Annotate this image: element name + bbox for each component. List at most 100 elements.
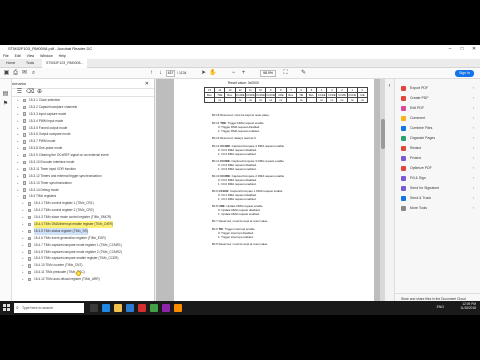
- expand-toggle-icon[interactable]: +: [17, 173, 20, 180]
- expand-toggle-icon[interactable]: −: [17, 193, 20, 200]
- expand-toggle-icon[interactable]: +: [22, 235, 25, 242]
- expand-toggle-icon[interactable]: +: [22, 214, 25, 221]
- tool-item[interactable]: Send for Signature ›: [395, 183, 480, 193]
- bookmark-item[interactable]: +15.3.12 Timers and external trigger syn…: [0, 173, 154, 180]
- store-icon[interactable]: [126, 304, 134, 312]
- taskbar-search-input[interactable]: ⌕ Type here to search: [14, 303, 84, 313]
- maximize-button[interactable]: □: [456, 45, 468, 53]
- bookmark-item[interactable]: +15.4.10 TIMx counter (TIMx_CNT): [0, 262, 154, 269]
- comment-icon[interactable]: ✎: [300, 70, 307, 77]
- page-number-input[interactable]: 437: [166, 70, 175, 77]
- expand-toggle-icon[interactable]: +: [22, 228, 25, 235]
- bookmark-item[interactable]: +15.4.3 TIMx slave mode control register…: [0, 214, 154, 221]
- bookmark-item[interactable]: +15.3.7 PWM mode: [0, 138, 154, 145]
- tool-item[interactable]: Fill & Sign ›: [395, 173, 480, 183]
- expand-toggle-icon[interactable]: +: [17, 180, 20, 187]
- language-indicator[interactable]: ENG: [437, 305, 444, 309]
- search-icon[interactable]: ⌕: [30, 70, 37, 77]
- edge-icon[interactable]: [102, 304, 110, 312]
- bookmark-item[interactable]: +15.4.4 TIMx DMA/Interrupt enable regist…: [0, 221, 154, 228]
- bookmark-item[interactable]: +15.4.7 TIMx capture/compare mode regist…: [0, 242, 154, 249]
- app-icon[interactable]: [150, 304, 158, 312]
- expand-toggle-icon[interactable]: +: [22, 207, 25, 214]
- acrobat-taskbar-icon[interactable]: [138, 304, 146, 312]
- minimize-button[interactable]: –: [444, 45, 456, 53]
- tool-item[interactable]: Export PDF ›: [395, 83, 480, 93]
- bookmark-item[interactable]: +15.3.9 Clearing the OCxREF signal on an…: [0, 152, 154, 159]
- expand-tools-icon[interactable]: ‹: [386, 83, 393, 90]
- next-page-icon[interactable]: ↓: [157, 70, 164, 77]
- app-icon[interactable]: [162, 304, 170, 312]
- bookmarks-icon[interactable]: ⚑: [2, 101, 9, 108]
- expand-toggle-icon[interactable]: +: [17, 118, 20, 125]
- expand-toggle-icon[interactable]: +: [17, 97, 20, 104]
- sign-in-button[interactable]: Sign In: [455, 70, 474, 77]
- expand-toggle-icon[interactable]: +: [17, 166, 20, 173]
- zoom-in-icon[interactable]: +: [240, 70, 247, 77]
- delete-bookmark-icon[interactable]: ⌫: [26, 89, 34, 96]
- bookmark-item[interactable]: +15.4.6 TIMx event generation register (…: [0, 235, 154, 242]
- menu-view[interactable]: View: [27, 54, 35, 58]
- page-thumbnails-icon[interactable]: ▤: [2, 91, 9, 98]
- bookmark-item[interactable]: +15.3.8 One-pulse mode: [0, 145, 154, 152]
- task-view-icon[interactable]: [90, 304, 98, 312]
- bookmark-item[interactable]: +15.4.12 TIMx auto-reload register (TIMx…: [0, 276, 154, 283]
- menu-window[interactable]: Window: [40, 54, 52, 58]
- expand-toggle-icon[interactable]: +: [22, 221, 25, 228]
- expand-toggle-icon[interactable]: +: [17, 131, 20, 138]
- bookmark-item[interactable]: +15.3.10 Encoder interface mode: [0, 159, 154, 166]
- tab-home[interactable]: Home: [2, 59, 19, 68]
- tool-item[interactable]: Redact ›: [395, 143, 480, 153]
- tool-item[interactable]: Edit PDF ›: [395, 103, 480, 113]
- clock[interactable]: 12:09 PM 11/18/2018: [460, 302, 476, 310]
- zoom-out-icon[interactable]: −: [230, 70, 237, 77]
- bookmark-item[interactable]: +15.4.5 TIMx status register (TIMx_SR): [0, 227, 154, 235]
- prev-page-icon[interactable]: ↑: [148, 70, 155, 77]
- tool-item[interactable]: Comment ›: [395, 113, 480, 123]
- bookmark-item[interactable]: +15.3.11 Timer input XOR function: [0, 166, 154, 173]
- app-icon[interactable]: [174, 304, 182, 312]
- tool-item[interactable]: Send & Track ›: [395, 193, 480, 203]
- menu-file[interactable]: File: [3, 54, 9, 58]
- expand-toggle-icon[interactable]: +: [17, 159, 20, 166]
- bookmark-item[interactable]: +15.3.14 Debug mode: [0, 187, 154, 194]
- expand-toggle-icon[interactable]: +: [17, 187, 20, 194]
- page-fit-icon[interactable]: ⛶: [282, 70, 289, 77]
- menu-edit[interactable]: Edit: [15, 54, 21, 58]
- expand-toggle-icon[interactable]: +: [22, 276, 25, 283]
- tab-document[interactable]: STM32F103_RM0008...: [42, 59, 88, 68]
- expand-toggle-icon[interactable]: +: [17, 125, 20, 132]
- bookmark-item[interactable]: +15.3.1 Clock selection: [0, 97, 154, 104]
- bookmark-item[interactable]: − 15.4 TIMx registers: [0, 193, 154, 200]
- expand-toggle-icon[interactable]: +: [22, 269, 25, 276]
- zoom-level[interactable]: 98.9%: [260, 70, 276, 77]
- tool-item[interactable]: Optimize PDF ›: [395, 163, 480, 173]
- bookmark-item[interactable]: +15.3.3 Input capture mode: [0, 111, 154, 118]
- expand-toggle-icon[interactable]: +: [17, 152, 20, 159]
- bookmark-item[interactable]: +15.4.2 TIMx control register 2 (TIMx_CR…: [0, 207, 154, 214]
- select-icon[interactable]: ➤: [200, 70, 207, 77]
- bookmark-item[interactable]: +15.3.13 Timer synchronization: [0, 180, 154, 187]
- expand-toggle-icon[interactable]: +: [22, 255, 25, 262]
- tool-item[interactable]: Organize Pages ›: [395, 133, 480, 143]
- close-panel-icon[interactable]: ✕: [145, 79, 149, 89]
- tool-item[interactable]: Create PDF ›: [395, 93, 480, 103]
- expand-toggle-icon[interactable]: +: [17, 138, 20, 145]
- tool-item[interactable]: Protect ›: [395, 153, 480, 163]
- bookmark-item[interactable]: +15.4.9 TIMx capture/compare enable regi…: [0, 255, 154, 262]
- menu-help[interactable]: Help: [59, 54, 66, 58]
- hand-icon[interactable]: ✋: [209, 70, 216, 77]
- expand-toggle-icon[interactable]: +: [17, 104, 20, 111]
- email-icon[interactable]: ✉: [21, 70, 28, 77]
- bookmark-item[interactable]: +15.4.8 TIMx capture/compare mode regist…: [0, 249, 154, 256]
- expand-toggle-icon[interactable]: +: [22, 242, 25, 249]
- tool-item[interactable]: Combine Files ›: [395, 123, 480, 133]
- bookmark-item[interactable]: +15.4.1 TIMx control register 1 (TIMx_CR…: [0, 200, 154, 207]
- tool-item[interactable]: More Tools ›: [395, 203, 480, 213]
- expand-toggle-icon[interactable]: +: [17, 145, 20, 152]
- bookmark-item[interactable]: +15.3.2 Capture/compare channels: [0, 104, 154, 111]
- expand-toggle-icon[interactable]: +: [17, 111, 20, 118]
- expand-toggle-icon[interactable]: +: [22, 262, 25, 269]
- save-icon[interactable]: ▣: [3, 70, 10, 77]
- print-icon[interactable]: ⎙: [12, 70, 19, 77]
